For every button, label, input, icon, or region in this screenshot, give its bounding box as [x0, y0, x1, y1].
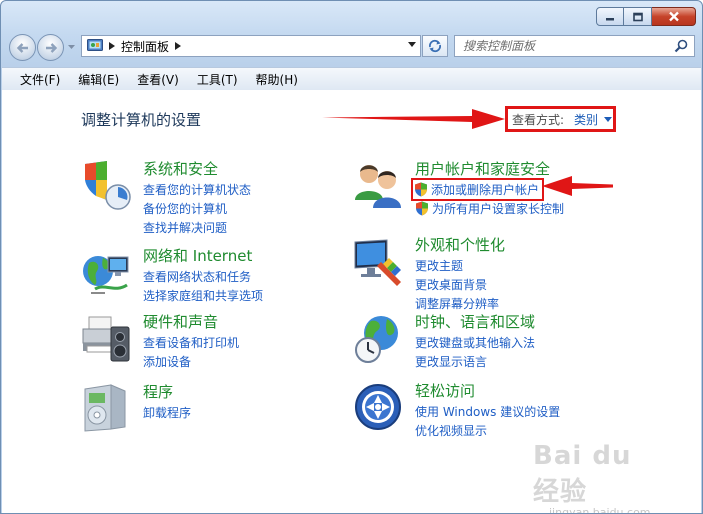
recent-pages-dropdown[interactable] [66, 34, 76, 61]
chevron-down-icon [67, 45, 75, 49]
category-title[interactable]: 轻松访问 [415, 380, 475, 401]
shield-security-icon[interactable] [81, 160, 133, 212]
link-view-computer-status[interactable]: 查看您的计算机状态 [143, 180, 251, 199]
link-keyboard-input[interactable]: 更改键盘或其他输入法 [415, 333, 535, 352]
refresh-icon [428, 39, 442, 53]
view-by-value[interactable]: 类别 [574, 111, 598, 128]
link-desktop-background[interactable]: 更改桌面背景 [415, 275, 499, 294]
link-display-language[interactable]: 更改显示语言 [415, 352, 535, 371]
category-title[interactable]: 硬件和声音 [143, 311, 218, 332]
back-button[interactable] [9, 34, 36, 61]
search-box[interactable] [454, 35, 695, 57]
view-by-label: 查看方式: [512, 112, 565, 127]
chevron-down-icon[interactable] [604, 116, 613, 122]
printer-icon[interactable] [81, 313, 133, 365]
page-title: 调整计算机的设置 [81, 111, 202, 129]
link-backup-computer[interactable]: 备份您的计算机 [143, 199, 251, 218]
uac-shield-icon [415, 182, 427, 197]
breadcrumb-separator-icon[interactable] [175, 42, 182, 50]
menu-file[interactable]: 文件(F) [14, 71, 66, 88]
caption-buttons [596, 7, 696, 27]
link-row-add-remove: 添加或删除用户帐户 [411, 178, 564, 201]
link-devices-printers[interactable]: 查看设备和打印机 [143, 333, 239, 352]
view-by-selector[interactable]: 查看方式: 类别 [505, 106, 616, 132]
minimize-icon [606, 17, 614, 20]
category-title[interactable]: 用户帐户和家庭安全 [415, 158, 550, 179]
link-add-remove-accounts[interactable]: 添加或删除用户帐户 [431, 181, 539, 198]
control-panel-icon [87, 39, 103, 51]
content-area: 调整计算机的设置 查看方式: 类别 系统和安全 查看您的计算机状态 备份您的计算… [2, 90, 701, 513]
breadcrumb-control-panel[interactable]: 控制面板 [121, 38, 169, 55]
category-title[interactable]: 程序 [143, 381, 173, 402]
forward-button[interactable] [37, 34, 64, 61]
menu-view[interactable]: 查看(V) [131, 71, 185, 88]
link-uninstall-program[interactable]: 卸载程序 [143, 403, 191, 422]
address-bar[interactable]: 控制面板 [81, 35, 421, 57]
link-windows-recommended-settings[interactable]: 使用 Windows 建议的设置 [415, 402, 560, 421]
highlight-box[interactable]: 添加或删除用户帐户 [411, 178, 545, 201]
watermark-logo-text: Bai du 经验 [533, 441, 632, 507]
link-homegroup-sharing[interactable]: 选择家庭组和共享选项 [143, 286, 263, 305]
ease-of-access-icon[interactable] [353, 382, 405, 434]
navigation-buttons [9, 34, 76, 61]
forward-arrow-icon [45, 42, 57, 53]
address-dropdown-icon[interactable] [408, 42, 416, 48]
network-globe-icon[interactable] [81, 247, 133, 299]
breadcrumb-separator-icon[interactable] [109, 42, 115, 50]
personalization-monitor-icon[interactable] [353, 236, 405, 288]
link-troubleshoot[interactable]: 查找并解决问题 [143, 218, 251, 237]
red-arrow-annotation [322, 109, 505, 129]
watermark-url: jingyan.baidu.com [549, 506, 651, 514]
category-title[interactable]: 网络和 Internet [143, 245, 252, 266]
link-parental-controls[interactable]: 为所有用户设置家长控制 [432, 200, 564, 217]
close-button[interactable] [652, 7, 696, 26]
menu-bar: 文件(F) 编辑(E) 查看(V) 工具(T) 帮助(H) [2, 67, 701, 91]
link-add-device[interactable]: 添加设备 [143, 352, 239, 371]
search-icon[interactable] [674, 39, 688, 53]
close-icon [668, 11, 679, 22]
uac-shield-icon [416, 201, 428, 216]
category-title[interactable]: 外观和个性化 [415, 234, 505, 255]
menu-help[interactable]: 帮助(H) [250, 71, 304, 88]
link-network-status[interactable]: 查看网络状态和任务 [143, 267, 263, 286]
back-arrow-icon [16, 42, 28, 53]
clock-globe-icon[interactable] [353, 313, 405, 365]
link-change-theme[interactable]: 更改主题 [415, 256, 499, 275]
maximize-icon [632, 12, 643, 21]
category-title[interactable]: 时钟、语言和区域 [415, 311, 535, 332]
maximize-button[interactable] [624, 7, 652, 26]
programs-box-icon[interactable] [81, 383, 133, 435]
baidu-watermark: Bai du 经验 jingyan.baidu.com [533, 441, 661, 513]
refresh-button[interactable] [422, 35, 448, 57]
menu-edit[interactable]: 编辑(E) [72, 71, 125, 88]
link-row-parental-controls: 为所有用户设置家长控制 [415, 199, 564, 218]
minimize-button[interactable] [596, 7, 624, 26]
category-title[interactable]: 系统和安全 [143, 158, 218, 179]
menu-tools[interactable]: 工具(T) [191, 71, 244, 88]
users-icon[interactable] [353, 160, 405, 212]
search-input[interactable] [461, 38, 665, 54]
link-optimize-video-display[interactable]: 优化视频显示 [415, 421, 560, 440]
control-panel-window: 控制面板 文件(F) 编辑(E) 查看(V) 工具(T) 帮助(H) 调整计算机… [0, 0, 703, 514]
